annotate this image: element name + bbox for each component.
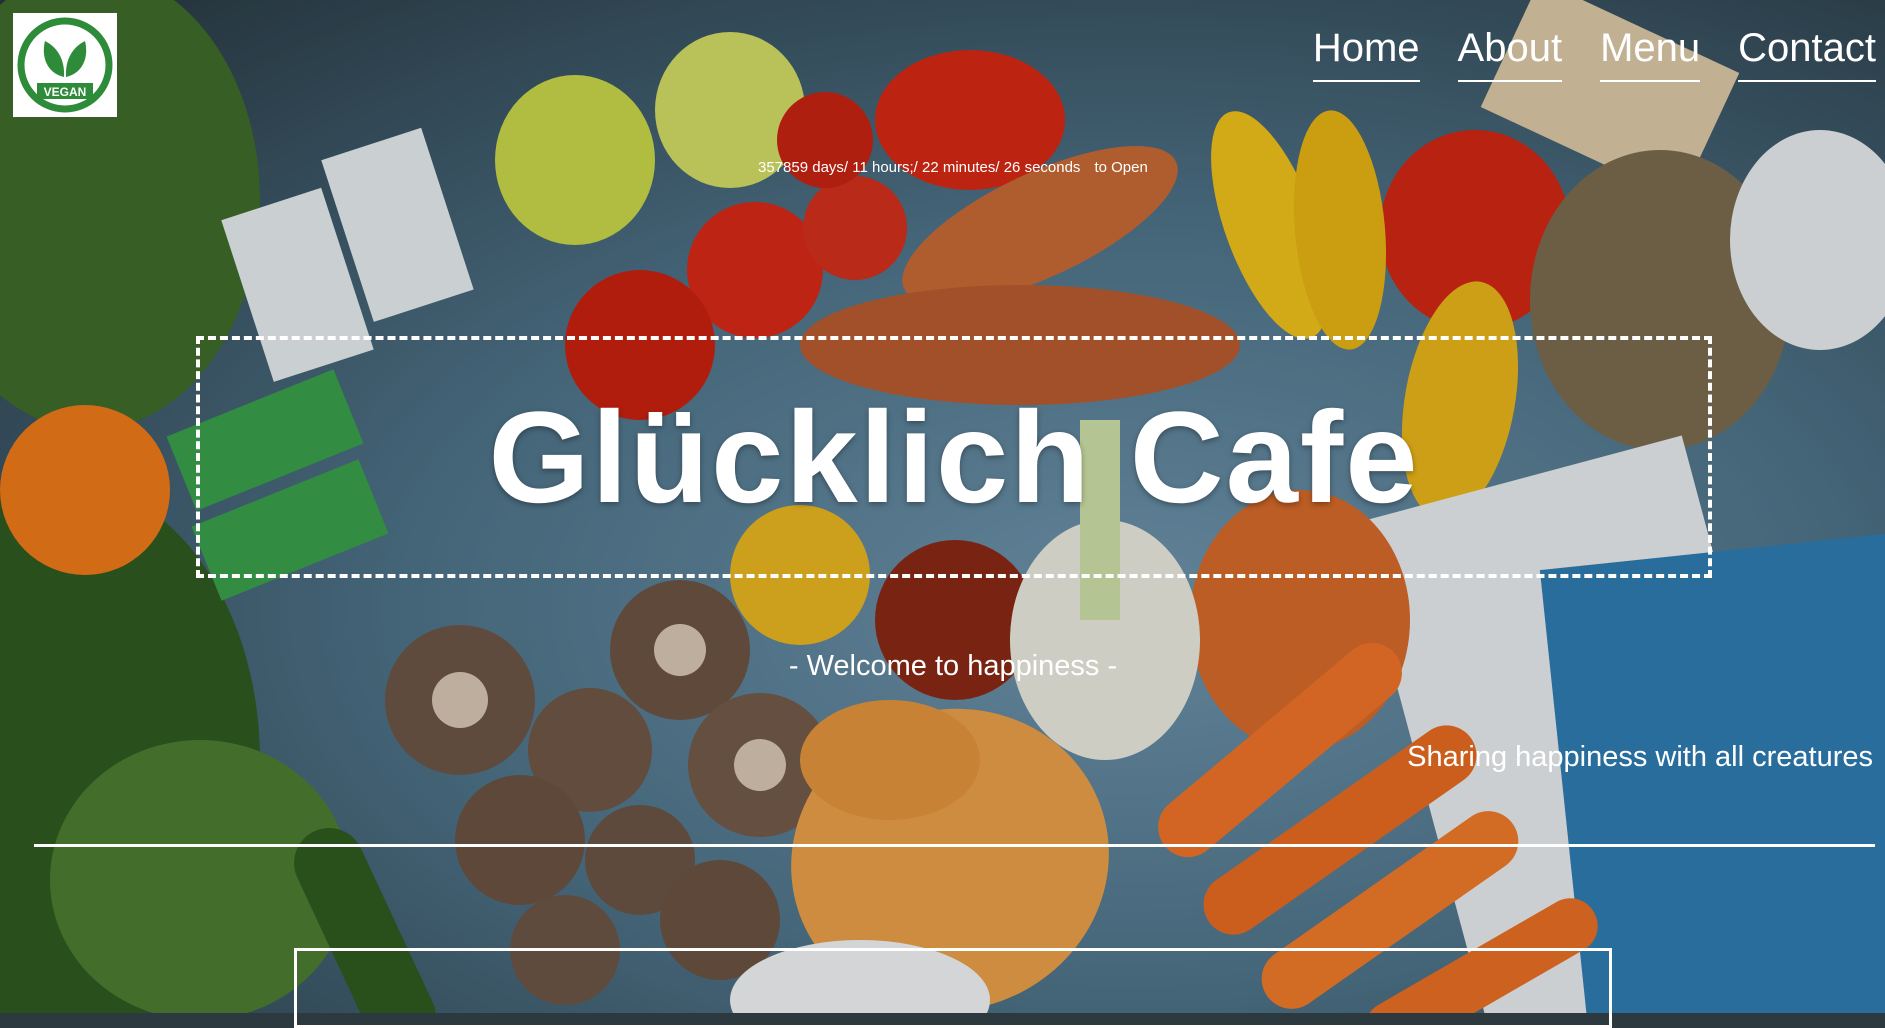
section-divider — [34, 844, 1875, 847]
opening-countdown: 357859 days/ 11 hours;/ 22 minutes/ 26 s… — [758, 159, 1148, 176]
logo-text: VEGAN — [44, 85, 87, 99]
countdown-time: 357859 days/ 11 hours;/ 22 minutes/ 26 s… — [758, 159, 1081, 176]
nav-menu[interactable]: Menu — [1600, 26, 1701, 82]
main-nav: Home About Menu Contact — [1312, 26, 1876, 82]
nav-home[interactable]: Home — [1312, 26, 1420, 82]
nav-about[interactable]: About — [1457, 26, 1563, 82]
page-title: Glücklich Cafe — [488, 384, 1420, 530]
vegan-logo[interactable]: VEGAN — [13, 13, 117, 117]
leaf-icon: VEGAN — [17, 17, 113, 113]
content-panel — [294, 948, 1612, 1028]
countdown-suffix: to Open — [1094, 159, 1148, 176]
hero-title-frame: Glücklich Cafe — [196, 336, 1712, 578]
nav-contact[interactable]: Contact — [1738, 26, 1876, 82]
hero-tagline: - Welcome to happiness - — [788, 650, 1118, 682]
hero-subtitle: Sharing happiness with all creatures — [1407, 741, 1873, 773]
